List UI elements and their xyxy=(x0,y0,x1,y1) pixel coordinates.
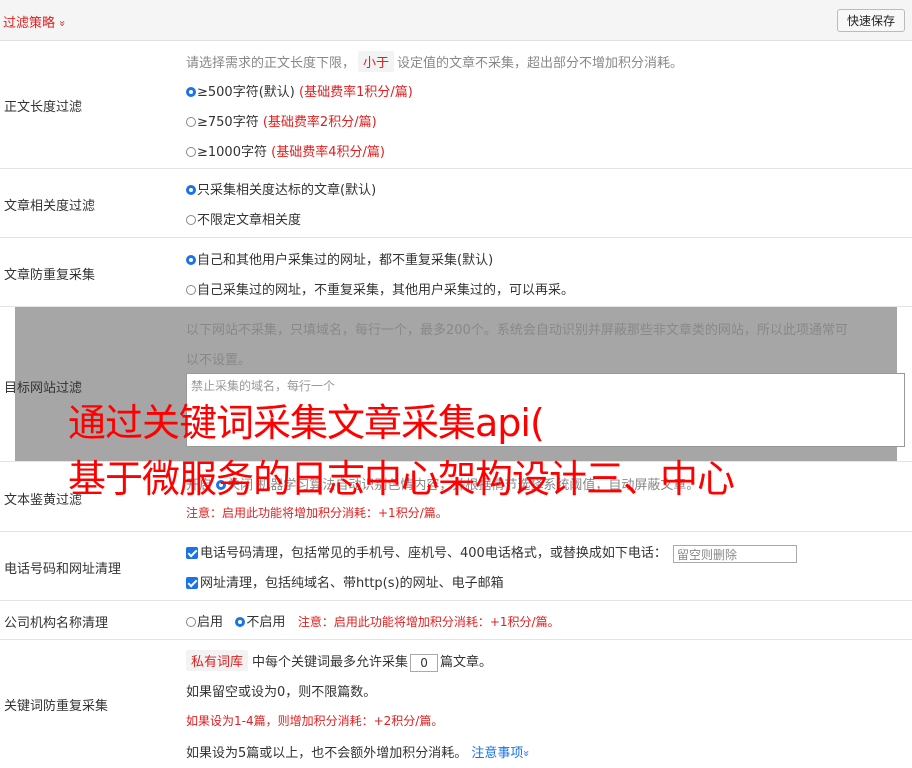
desc-text: 中每个关键词最多允许采集 xyxy=(252,655,409,670)
chevron-down-icon: » xyxy=(55,20,69,27)
overlay-headline-line2: 基于微服务的日志中心架构设计三、中心 xyxy=(68,457,735,501)
option-note: (基础费率4积分/篇) xyxy=(271,145,385,160)
company-options: 启用 不启用 注意：启用此功能将增加积分消耗：+1积分/篇。 xyxy=(186,611,560,630)
option-note: (基础费率2积分/篇) xyxy=(262,115,377,130)
porn-filter-note: 注意：启用此功能将增加积分消耗：+1积分/篇。 xyxy=(186,506,448,520)
option-label: 自己采集过的网址，不重复采集，其他用户采集过的，可以再采。 xyxy=(197,283,575,298)
keyword-dedupe-label: 关键词防重复采集 xyxy=(4,699,109,714)
dedupe-label: 文章防重复采集 xyxy=(4,268,96,283)
section-title-text: 过滤策略 xyxy=(3,16,56,31)
option-label: 不启用 xyxy=(246,615,286,630)
length-option-500[interactable]: ≥500字符(默认) (基础费率1积分/篇) xyxy=(186,81,413,100)
target-site-desc-line2: 以不设置。 xyxy=(186,353,252,368)
dedupe-option-self[interactable]: 自己采集过的网址，不重复采集，其他用户采集过的，可以再采。 xyxy=(186,279,574,298)
radio-checked-icon[interactable] xyxy=(186,87,196,97)
company-option-off[interactable]: 不启用 xyxy=(235,615,285,630)
dedupe-option-all[interactable]: 自己和其他用户采集过的网址，都不重复采集(默认) xyxy=(186,249,493,268)
phone-url-label: 电话号码和网址清理 xyxy=(4,562,122,577)
link-label: 注意事项 xyxy=(471,746,524,761)
radio-icon[interactable] xyxy=(186,147,196,157)
option-note: (基础费率1积分/篇) xyxy=(299,85,413,100)
radio-checked-icon[interactable] xyxy=(186,185,196,195)
max-articles-input[interactable]: 0 xyxy=(410,653,439,672)
less-than-tag: 小于 xyxy=(358,51,395,72)
url-clean-option[interactable]: 网址清理，包括纯域名、带http(s)的网址、电子邮箱 xyxy=(186,572,504,591)
company-note: 注意：启用此功能将增加积分消耗：+1积分/篇。 xyxy=(297,615,560,629)
phone-url-row: 电话号码和网址清理 电话号码清理，包括常见的手机号、座机号、400电话格式，或替… xyxy=(0,532,912,601)
option-label: 不限定文章相关度 xyxy=(197,213,302,228)
length-option-750[interactable]: ≥750字符 (基础费率2积分/篇) xyxy=(186,111,377,130)
length-option-1000[interactable]: ≥1000字符 (基础费率4积分/篇) xyxy=(186,141,385,160)
company-row: 公司机构名称清理 启用 不启用 注意：启用此功能将增加积分消耗：+1积分/篇。 xyxy=(0,601,912,640)
option-label: ≥750字符 xyxy=(197,115,259,130)
target-site-desc-line1: 以下网站不采集，只填域名，每行一个，最多200个。系统会自动识别并屏蔽那些非文章… xyxy=(186,323,848,338)
radio-icon[interactable] xyxy=(186,617,196,627)
checkbox-checked-icon[interactable] xyxy=(186,577,198,589)
company-label: 公司机构名称清理 xyxy=(4,616,109,631)
keyword-dedupe-line4: 如果设为5篇或以上，也不会额外增加积分消耗。 注意事项» xyxy=(186,742,534,761)
length-filter-label: 正文长度过滤 xyxy=(4,100,83,115)
checkbox-checked-icon[interactable] xyxy=(186,547,198,559)
option-label: 启用 xyxy=(197,615,224,630)
option-label: ≥1000字符 xyxy=(197,145,267,160)
section-title[interactable]: 过滤策略» xyxy=(3,12,69,31)
relevance-label: 文章相关度过滤 xyxy=(4,199,96,214)
option-label: 网址清理，包括纯域名、带http(s)的网址、电子邮箱 xyxy=(200,576,504,591)
keyword-dedupe-line1: 私有词库 中每个关键词最多允许采集 0 篇文章。 xyxy=(186,650,492,672)
option-label: 自己和其他用户采集过的网址，都不重复采集(默认) xyxy=(197,253,494,268)
relevance-option-any[interactable]: 不限定文章相关度 xyxy=(186,209,301,228)
relevance-option-strict[interactable]: 只采集相关度达标的文章(默认) xyxy=(186,179,376,198)
option-label: 只采集相关度达标的文章(默认) xyxy=(197,183,377,198)
overlay-headline-line1: 通过关键词采集文章采集api( xyxy=(68,401,545,445)
phone-clean-option[interactable]: 电话号码清理，包括常见的手机号、座机号、400电话格式，或替换成如下电话： 留空… xyxy=(186,542,797,563)
option-label: 电话号码清理，包括常见的手机号、座机号、400电话格式，或替换成如下电话： xyxy=(200,546,667,561)
radio-icon[interactable] xyxy=(186,215,196,225)
filter-strategy-header: 过滤策略» 快速保存 xyxy=(0,0,912,41)
length-filter-desc: 请选择需求的正文长度下限， 小于 设定值的文章不采集，超出部分不增加积分消耗。 xyxy=(186,51,683,72)
keyword-dedupe-line2: 如果留空或设为0，则不限篇数。 xyxy=(186,685,377,700)
private-lexicon-tag: 私有词库 xyxy=(186,650,249,671)
option-label: ≥500字符(默认) xyxy=(197,85,295,100)
quick-save-button[interactable]: 快速保存 xyxy=(836,9,905,32)
radio-icon[interactable] xyxy=(186,117,196,127)
keyword-dedupe-line3: 如果设为1-4篇，则增加积分消耗：+2积分/篇。 xyxy=(186,714,444,728)
notes-link[interactable]: 注意事项» xyxy=(471,746,534,761)
relevance-row: 文章相关度过滤 只采集相关度达标的文章(默认) 不限定文章相关度 xyxy=(0,169,912,238)
desc-text: 设定值的文章不采集，超出部分不增加积分消耗。 xyxy=(397,56,684,71)
desc-text: 请选择需求的正文长度下限， xyxy=(186,56,356,71)
length-filter-row: 正文长度过滤 请选择需求的正文长度下限， 小于 设定值的文章不采集，超出部分不增加积… xyxy=(0,40,912,169)
keyword-dedupe-row: 关键词防重复采集 私有词库 中每个关键词最多允许采集 0 篇文章。 如果留空或设为0，… xyxy=(0,640,912,768)
desc-text: 如果设为5篇或以上，也不会额外增加积分消耗。 xyxy=(186,746,468,761)
replace-phone-input[interactable]: 留空则删除 xyxy=(672,544,797,563)
desc-text: 篇文章。 xyxy=(440,655,493,670)
radio-icon[interactable] xyxy=(186,285,196,295)
company-option-on[interactable]: 启用 xyxy=(186,615,223,630)
radio-checked-icon[interactable] xyxy=(186,255,196,265)
chevron-down-icon: » xyxy=(520,750,534,757)
dedupe-row: 文章防重复采集 自己和其他用户采集过的网址，都不重复采集(默认) 自己采集过的网… xyxy=(0,238,912,307)
radio-checked-icon[interactable] xyxy=(235,617,246,627)
